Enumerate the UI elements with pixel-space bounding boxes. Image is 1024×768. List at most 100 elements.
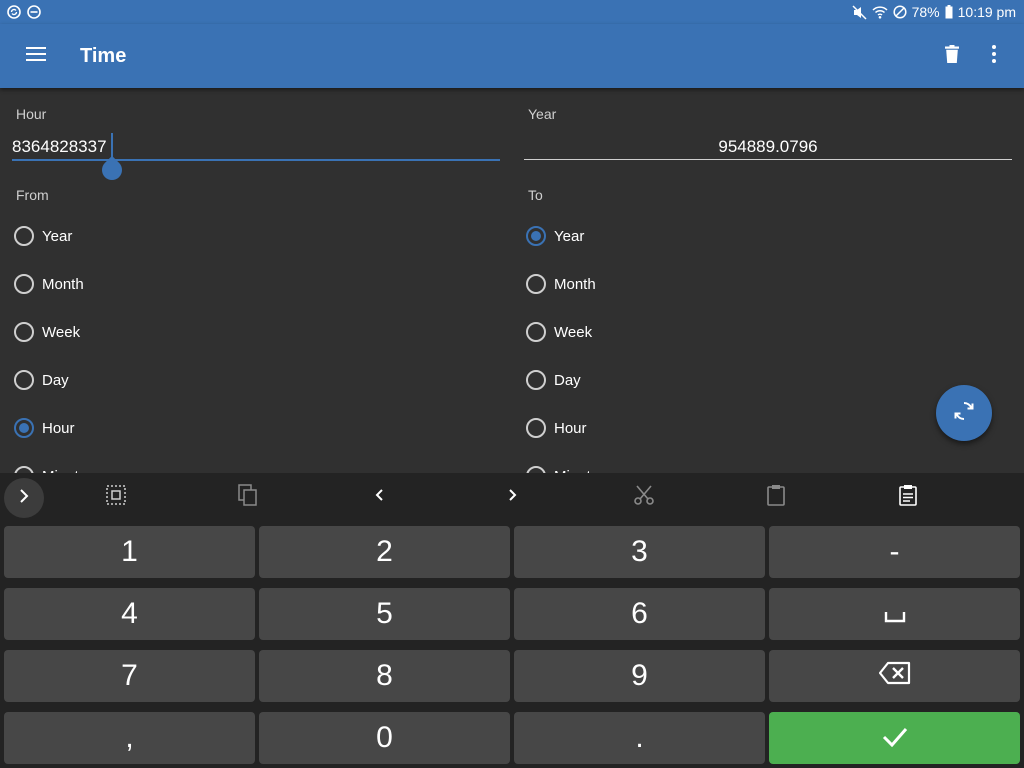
wifi-icon: [872, 5, 888, 19]
from-option-hour[interactable]: Hour: [14, 413, 75, 443]
radio-button[interactable]: [526, 466, 546, 473]
numeric-keyboard: 1 2 3 - 4 5 6 7 8 9, 0.: [0, 473, 1024, 768]
from-option-minute[interactable]: Minute: [14, 461, 87, 473]
screen: 78% 10:19 pm Time Hour Yea: [0, 0, 1024, 768]
to-option-hour[interactable]: Hour: [526, 413, 587, 443]
paste-icon: [766, 484, 786, 511]
radio-label: Day: [42, 371, 69, 389]
radio-button[interactable]: [526, 274, 546, 294]
clipboard-button[interactable]: [894, 483, 922, 511]
digit-key-8[interactable]: 8: [259, 650, 510, 702]
radio-button[interactable]: [526, 370, 546, 390]
digit-key-2[interactable]: 2: [259, 526, 510, 578]
sync-icon: [7, 5, 21, 24]
backspace-icon: [878, 659, 911, 693]
check-icon: [882, 721, 908, 755]
page-title: Time: [80, 45, 127, 67]
text-caret: [111, 133, 113, 157]
output-underline: [524, 159, 1012, 160]
enter-key[interactable]: [769, 712, 1020, 764]
key-label: 3: [631, 535, 648, 568]
key-label: 1: [121, 535, 138, 568]
input-underline: [12, 159, 500, 161]
minus-key[interactable]: -: [769, 526, 1020, 578]
cursor-left-icon: [375, 488, 385, 507]
backspace-key[interactable]: [769, 650, 1020, 702]
swap-units-button[interactable]: [936, 385, 992, 441]
cut-button[interactable]: [630, 483, 658, 511]
radio-button[interactable]: [526, 226, 546, 246]
cursor-left-button[interactable]: [366, 483, 394, 511]
digit-key-0[interactable]: 0: [259, 712, 510, 764]
radio-button[interactable]: [526, 322, 546, 342]
app-bar: Time: [0, 24, 1024, 88]
from-option-month[interactable]: Month: [14, 269, 84, 299]
digit-key-6[interactable]: 6: [514, 588, 765, 640]
paste-button[interactable]: [762, 483, 790, 511]
decimal-key[interactable]: .: [514, 712, 765, 764]
radio-button[interactable]: [14, 322, 34, 342]
to-option-day[interactable]: Day: [526, 365, 581, 395]
delete-button[interactable]: [938, 42, 966, 70]
digit-key-5[interactable]: 5: [259, 588, 510, 640]
key-label: 0: [376, 721, 393, 754]
key-label: 2: [376, 535, 393, 568]
digit-key-4[interactable]: 4: [4, 588, 255, 640]
radio-button[interactable]: [14, 226, 34, 246]
swap-icon: [953, 400, 975, 427]
key-label: 7: [121, 659, 138, 692]
space-icon: [884, 597, 906, 631]
cut-icon: [633, 484, 655, 511]
expand-toolbar-button[interactable]: [4, 478, 44, 518]
more-options-button[interactable]: [980, 42, 1008, 70]
radio-label: Week: [554, 323, 593, 341]
copy-button[interactable]: [234, 483, 262, 511]
radio-button[interactable]: [14, 466, 34, 473]
digit-key-7[interactable]: 7: [4, 650, 255, 702]
cursor-right-icon: [507, 488, 517, 507]
to-label: To: [528, 187, 543, 203]
space-key[interactable]: [769, 588, 1020, 640]
radio-button[interactable]: [14, 418, 34, 438]
keyboard-toolbar: [0, 473, 1024, 521]
select-all-icon: [106, 484, 126, 510]
clipboard-icon: [898, 484, 918, 511]
to-option-minute[interactable]: Minute: [526, 461, 599, 473]
radio-label: Day: [554, 371, 581, 389]
menu-icon: [26, 46, 46, 67]
to-option-year[interactable]: Year: [526, 221, 584, 251]
key-label: .: [635, 721, 644, 754]
from-option-year[interactable]: Year: [14, 221, 72, 251]
output-field-label: Year: [528, 106, 557, 122]
radio-label: Month: [554, 275, 596, 293]
blocked-icon: [893, 5, 907, 19]
key-label: ,: [125, 721, 134, 754]
radio-label: Year: [554, 227, 585, 245]
chevron-right-icon: [18, 488, 30, 509]
digit-key-1[interactable]: 1: [4, 526, 255, 578]
digit-key-9[interactable]: 9: [514, 650, 765, 702]
more-vert-icon: [992, 44, 996, 68]
cursor-right-button[interactable]: [498, 483, 526, 511]
key-label: -: [889, 535, 900, 568]
copy-icon: [238, 483, 258, 511]
from-option-week[interactable]: Week: [14, 317, 80, 347]
radio-button[interactable]: [14, 274, 34, 294]
key-label: 4: [121, 597, 138, 630]
comma-key[interactable]: ,: [4, 712, 255, 764]
radio-button[interactable]: [14, 370, 34, 390]
radio-button[interactable]: [526, 418, 546, 438]
key-label: 9: [631, 659, 648, 692]
to-option-week[interactable]: Week: [526, 317, 592, 347]
select-all-button[interactable]: [102, 483, 130, 511]
battery-icon: [945, 5, 953, 19]
status-bar: 78% 10:19 pm: [0, 0, 1024, 24]
from-label: From: [16, 187, 49, 203]
from-option-day[interactable]: Day: [14, 365, 69, 395]
menu-button[interactable]: [16, 44, 56, 68]
key-label: 8: [376, 659, 393, 692]
radio-label: Year: [42, 227, 73, 245]
radio-label: Hour: [42, 419, 75, 437]
to-option-month[interactable]: Month: [526, 269, 596, 299]
digit-key-3[interactable]: 3: [514, 526, 765, 578]
